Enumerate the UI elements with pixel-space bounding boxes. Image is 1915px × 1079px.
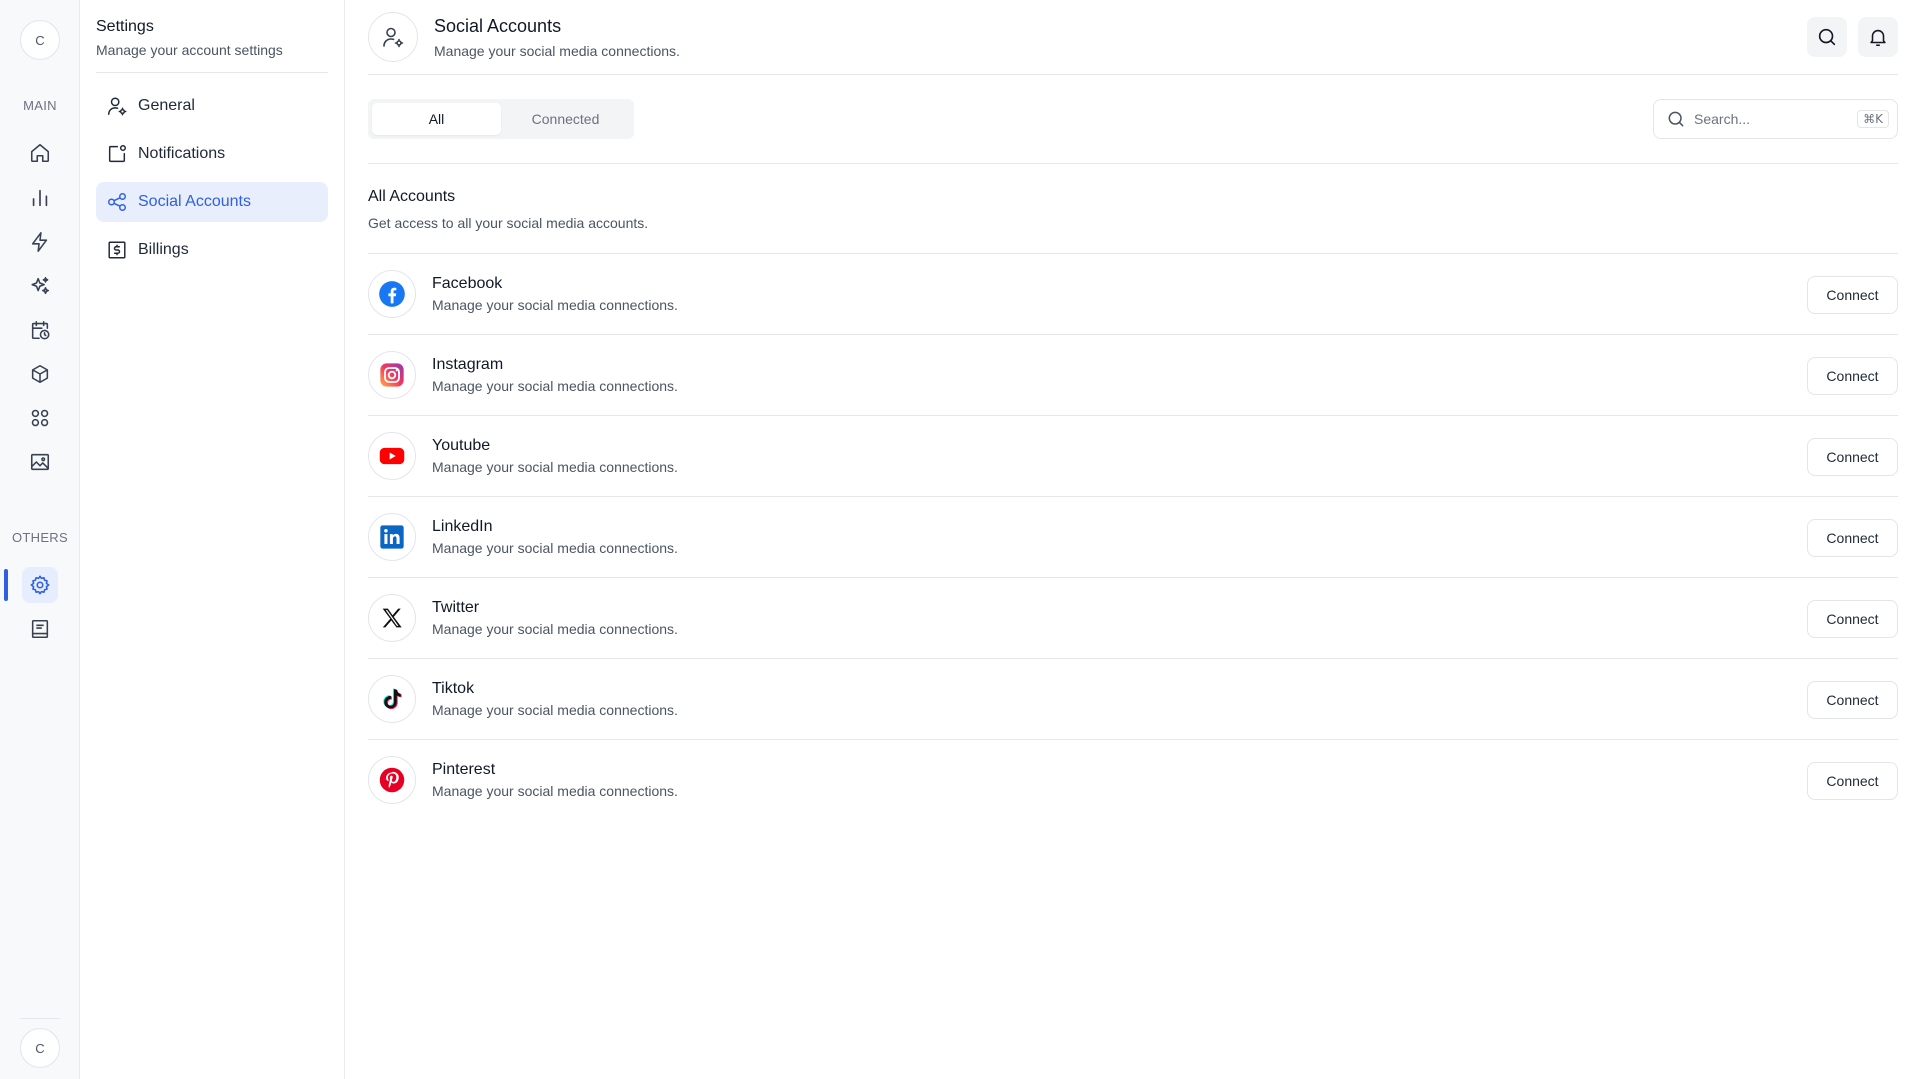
billing-icon [108, 241, 126, 259]
avatar[interactable]: C [20, 1028, 60, 1068]
search-input[interactable] [1694, 111, 1858, 127]
account-description: Manage your social media connections. [432, 783, 678, 799]
book-icon[interactable] [22, 611, 58, 647]
account-description: Manage your social media connections. [432, 540, 678, 556]
settings-divider [96, 72, 328, 73]
main-content: Social Accounts Manage your social media… [345, 0, 1915, 1079]
facebook-icon [368, 270, 416, 318]
account-row-facebook: Facebook Manage your social media connec… [368, 253, 1898, 334]
avatar-initial: C [35, 1040, 45, 1056]
connect-button[interactable]: Connect [1807, 600, 1898, 638]
search-icon [1818, 28, 1836, 46]
search-icon [1668, 111, 1684, 127]
avatar-initial: C [35, 32, 45, 48]
section-title: All Accounts [368, 188, 456, 205]
x-twitter-icon [368, 594, 416, 642]
search-shortcut: ⌘K [1857, 110, 1889, 128]
account-name: Pinterest [432, 761, 496, 778]
active-indicator [4, 569, 8, 601]
account-name: Tiktok [432, 680, 475, 697]
account-description: Manage your social media connections. [432, 459, 678, 475]
sidebar-item-notifications[interactable]: Notifications [96, 134, 328, 174]
tab-all[interactable]: All [372, 103, 501, 135]
page-subtitle: Manage your social media connections. [434, 43, 680, 59]
notification-icon [108, 145, 126, 163]
tiktok-icon [368, 675, 416, 723]
user-settings-icon [383, 27, 404, 48]
account-row-linkedin: LinkedIn Manage your social media connec… [368, 496, 1898, 577]
account-row-youtube: Youtube Manage your social media connect… [368, 415, 1898, 496]
account-name: Instagram [432, 356, 504, 373]
header-divider [368, 74, 1898, 75]
calendar-clock-icon[interactable] [22, 312, 58, 348]
pinterest-icon [368, 756, 416, 804]
connect-button[interactable]: Connect [1807, 519, 1898, 557]
rail-divider [20, 1018, 60, 1019]
gear-icon[interactable] [22, 567, 58, 603]
connect-button[interactable]: Connect [1807, 681, 1898, 719]
sidebar-item-label: Billings [138, 241, 189, 258]
bar-chart-icon[interactable] [22, 180, 58, 216]
account-name: LinkedIn [432, 518, 493, 535]
sidebar-item-general[interactable]: General [96, 86, 328, 126]
share-icon [108, 193, 126, 211]
account-description: Manage your social media connections. [432, 297, 678, 313]
avatar[interactable]: C [20, 20, 60, 60]
sidebar-item-social-accounts[interactable]: Social Accounts [96, 182, 328, 222]
connect-button[interactable]: Connect [1807, 357, 1898, 395]
account-row-pinterest: Pinterest Manage your social media conne… [368, 739, 1898, 820]
sidebar-item-label: General [138, 97, 195, 114]
connect-button[interactable]: Connect [1807, 762, 1898, 800]
notifications-button[interactable] [1858, 17, 1898, 57]
search-box[interactable]: ⌘K [1653, 99, 1898, 139]
settings-title: Settings [96, 18, 154, 35]
page-icon [368, 12, 418, 62]
page-title: Social Accounts [434, 16, 562, 36]
bell-icon [1870, 29, 1886, 47]
icon-rail: C MAIN OTHERS C [0, 0, 80, 1079]
account-description: Manage your social media connections. [432, 621, 678, 637]
home-icon[interactable] [22, 135, 58, 171]
user-gear-icon [108, 97, 127, 116]
settings-sidebar: Settings Manage your account settings Ge… [80, 0, 345, 1079]
account-row-twitter: Twitter Manage your social media connect… [368, 577, 1898, 658]
sidebar-item-label: Notifications [138, 145, 226, 162]
filter-tabs: All Connected [368, 99, 634, 139]
content-divider [368, 163, 1898, 164]
instagram-icon [368, 351, 416, 399]
apps-grid-icon[interactable] [22, 400, 58, 436]
youtube-icon [368, 432, 416, 480]
settings-subtitle: Manage your account settings [96, 42, 283, 58]
search-button[interactable] [1807, 17, 1847, 57]
others-section-label: OTHERS [12, 530, 68, 545]
main-section-label: MAIN [23, 98, 57, 113]
account-row-instagram: Instagram Manage your social media conne… [368, 334, 1898, 415]
sparkles-icon[interactable] [22, 268, 58, 304]
connect-button[interactable]: Connect [1807, 438, 1898, 476]
account-name: Twitter [432, 599, 480, 616]
sidebar-item-billings[interactable]: Billings [96, 230, 328, 270]
image-icon[interactable] [22, 444, 58, 480]
connect-button[interactable]: Connect [1807, 276, 1898, 314]
tab-connected[interactable]: Connected [501, 103, 630, 135]
account-description: Manage your social media connections. [432, 378, 678, 394]
account-row-tiktok: Tiktok Manage your social media connecti… [368, 658, 1898, 739]
lightning-icon[interactable] [22, 224, 58, 260]
cube-icon[interactable] [22, 356, 58, 392]
linkedin-icon [368, 513, 416, 561]
sidebar-item-label: Social Accounts [138, 193, 251, 210]
account-name: Facebook [432, 275, 503, 292]
account-description: Manage your social media connections. [432, 702, 678, 718]
accounts-list: Facebook Manage your social media connec… [368, 253, 1898, 820]
section-subtitle: Get access to all your social media acco… [368, 215, 649, 231]
account-name: Youtube [432, 437, 491, 454]
